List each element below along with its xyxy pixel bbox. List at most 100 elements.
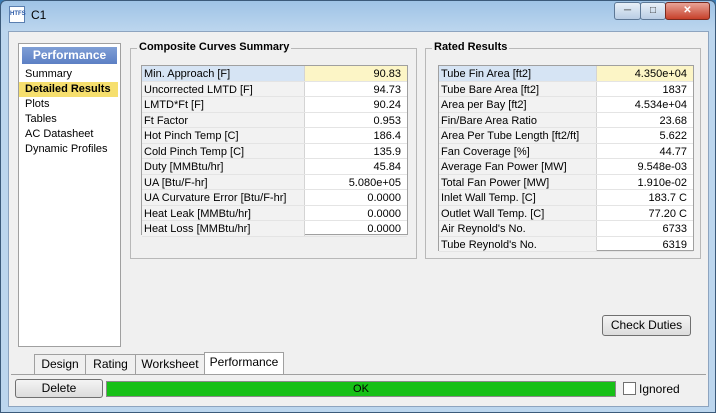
table-row[interactable]: Fin/Bare Area Ratio 23.68 [439,112,693,128]
table-row[interactable]: Ft Factor 0.953 [142,112,407,128]
row-value[interactable]: 0.0000 [305,221,407,236]
row-label: Tube Fin Area [ft2] [439,66,597,81]
nav-header[interactable]: Performance [22,47,117,64]
ignored-label: Ignored [639,382,680,396]
row-label: LMTD*Ft [F] [142,97,305,112]
ignored-checkbox[interactable] [623,382,636,395]
check-duties-button[interactable]: Check Duties [602,315,691,336]
maximize-icon: □ [649,5,657,16]
nav-item-plots[interactable]: Plots [19,97,120,112]
row-label: Area per Bay [ft2] [439,97,597,112]
table-row[interactable]: Cold Pinch Temp [C] 135.9 [142,143,407,159]
row-value[interactable]: 183.7 C [597,190,693,205]
table-row[interactable]: Uncorrected LMTD [F] 94.73 [142,81,407,97]
table-row[interactable]: Outlet Wall Temp. [C] 77.20 C [439,205,693,221]
row-label: Ft Factor [142,112,305,127]
row-label: Heat Loss [MMBtu/hr] [142,221,305,236]
row-value[interactable]: 6319 [597,237,693,252]
row-value[interactable]: 90.24 [305,97,407,112]
table-row[interactable]: Min. Approach [F] 90.83 [142,66,407,82]
status-bar: OK [106,381,616,397]
table-row[interactable]: Area per Bay [ft2] 4.534e+04 [439,97,693,113]
table-row[interactable]: UA [Btu/F-hr] 5.080e+05 [142,174,407,190]
row-value[interactable]: 94.73 [305,82,407,97]
client-area: Performance Summary Detailed Results Plots… [8,31,709,407]
row-label: Tube Reynold's No. [439,236,597,251]
row-label: Fan Coverage [%] [439,143,597,158]
maximize-button[interactable]: □ [640,2,666,20]
table-row[interactable]: Heat Loss [MMBtu/hr] 0.0000 [142,221,407,237]
nav-item-summary[interactable]: Summary [19,67,120,82]
table-row[interactable]: LMTD*Ft [F] 90.24 [142,97,407,113]
row-value[interactable]: 90.83 [305,66,407,81]
row-value[interactable]: 44.77 [597,144,693,159]
composite-curves-group: Composite Curves Summary Min. Approach [… [130,41,417,259]
tab-worksheet[interactable]: Worksheet [135,354,205,374]
nav-panel: Performance Summary Detailed Results Plots… [18,43,121,347]
row-label: Cold Pinch Temp [C] [142,143,305,158]
row-label: Outlet Wall Temp. [C] [439,205,597,220]
row-value[interactable]: 5.080e+05 [305,175,407,190]
delete-button[interactable]: Delete [15,379,103,398]
table-row[interactable]: Total Fan Power [MW] 1.910e-02 [439,174,693,190]
minimize-button[interactable]: ─ [614,2,641,20]
table-row[interactable]: Duty [MMBtu/hr] 45.84 [142,159,407,175]
row-label: Heat Leak [MMBtu/hr] [142,205,305,220]
table-row[interactable]: Average Fan Power [MW] 9.548e-03 [439,159,693,175]
row-label: Area Per Tube Length [ft2/ft] [439,128,597,143]
row-value[interactable]: 1.910e-02 [597,175,693,190]
row-value[interactable]: 6733 [597,221,693,236]
table-row[interactable]: Air Reynold's No. 6733 [439,221,693,237]
rated-results-title: Rated Results [432,41,510,53]
row-value[interactable]: 0.0000 [305,206,407,221]
close-icon: ✕ [683,5,692,16]
table-row[interactable]: Tube Bare Area [ft2] 1837 [439,81,693,97]
row-label: Average Fan Power [MW] [439,159,597,174]
nav-item-dynamic-profiles[interactable]: Dynamic Profiles [19,142,120,157]
row-value[interactable]: 4.534e+04 [597,97,693,112]
row-label: Inlet Wall Temp. [C] [439,190,597,205]
app-icon-text: HTFS [10,11,26,17]
row-label: Hot Pinch Temp [C] [142,128,305,143]
tab-design[interactable]: Design [34,354,86,374]
rated-results-table: Tube Fin Area [ft2] 4.350e+04 Tube Bare Ar… [438,65,694,252]
row-value[interactable]: 135.9 [305,144,407,159]
row-value[interactable]: 186.4 [305,128,407,143]
close-button[interactable]: ✕ [665,2,710,20]
row-value[interactable]: 23.68 [597,113,693,128]
table-row[interactable]: UA Curvature Error [Btu/F-hr] 0.0000 [142,190,407,206]
row-value[interactable]: 77.20 C [597,206,693,221]
tab-rating[interactable]: Rating [85,354,136,374]
row-label: Min. Approach [F] [142,66,305,81]
row-value[interactable]: 1837 [597,82,693,97]
row-value[interactable]: 5.622 [597,128,693,143]
row-label: Total Fan Power [MW] [439,174,597,189]
rated-results-group: Rated Results Tube Fin Area [ft2] 4.350e+… [425,41,701,259]
table-row[interactable]: Fan Coverage [%] 44.77 [439,143,693,159]
table-row[interactable]: Tube Reynold's No. 6319 [439,236,693,252]
row-label: UA [Btu/F-hr] [142,174,305,189]
row-label: Air Reynold's No. [439,221,597,236]
nav-item-tables[interactable]: Tables [19,112,120,127]
row-value[interactable]: 45.84 [305,159,407,174]
row-value[interactable]: 0.953 [305,113,407,128]
table-row[interactable]: Hot Pinch Temp [C] 186.4 [142,128,407,144]
row-value[interactable]: 0.0000 [305,190,407,205]
table-row[interactable]: Heat Leak [MMBtu/hr] 0.0000 [142,205,407,221]
row-value[interactable]: 9.548e-03 [597,159,693,174]
table-row[interactable]: Area Per Tube Length [ft2/ft] 5.622 [439,128,693,144]
composite-curves-table: Min. Approach [F] 90.83 Uncorrected LMTD [… [141,65,408,237]
window-title: C1 [31,8,47,22]
minimize-icon: ─ [623,5,632,16]
row-label: Duty [MMBtu/hr] [142,159,305,174]
row-label: Tube Bare Area [ft2] [439,81,597,96]
row-label: Fin/Bare Area Ratio [439,112,597,127]
composite-curves-title: Composite Curves Summary [137,41,292,53]
table-row[interactable]: Inlet Wall Temp. [C] 183.7 C [439,190,693,206]
nav-item-ac-datasheet[interactable]: AC Datasheet [19,127,120,142]
nav-item-detailed-results[interactable]: Detailed Results [19,82,118,97]
table-row[interactable]: Tube Fin Area [ft2] 4.350e+04 [439,66,693,82]
row-label: Uncorrected LMTD [F] [142,81,305,96]
tab-performance[interactable]: Performance [204,352,284,374]
row-value[interactable]: 4.350e+04 [597,66,693,81]
